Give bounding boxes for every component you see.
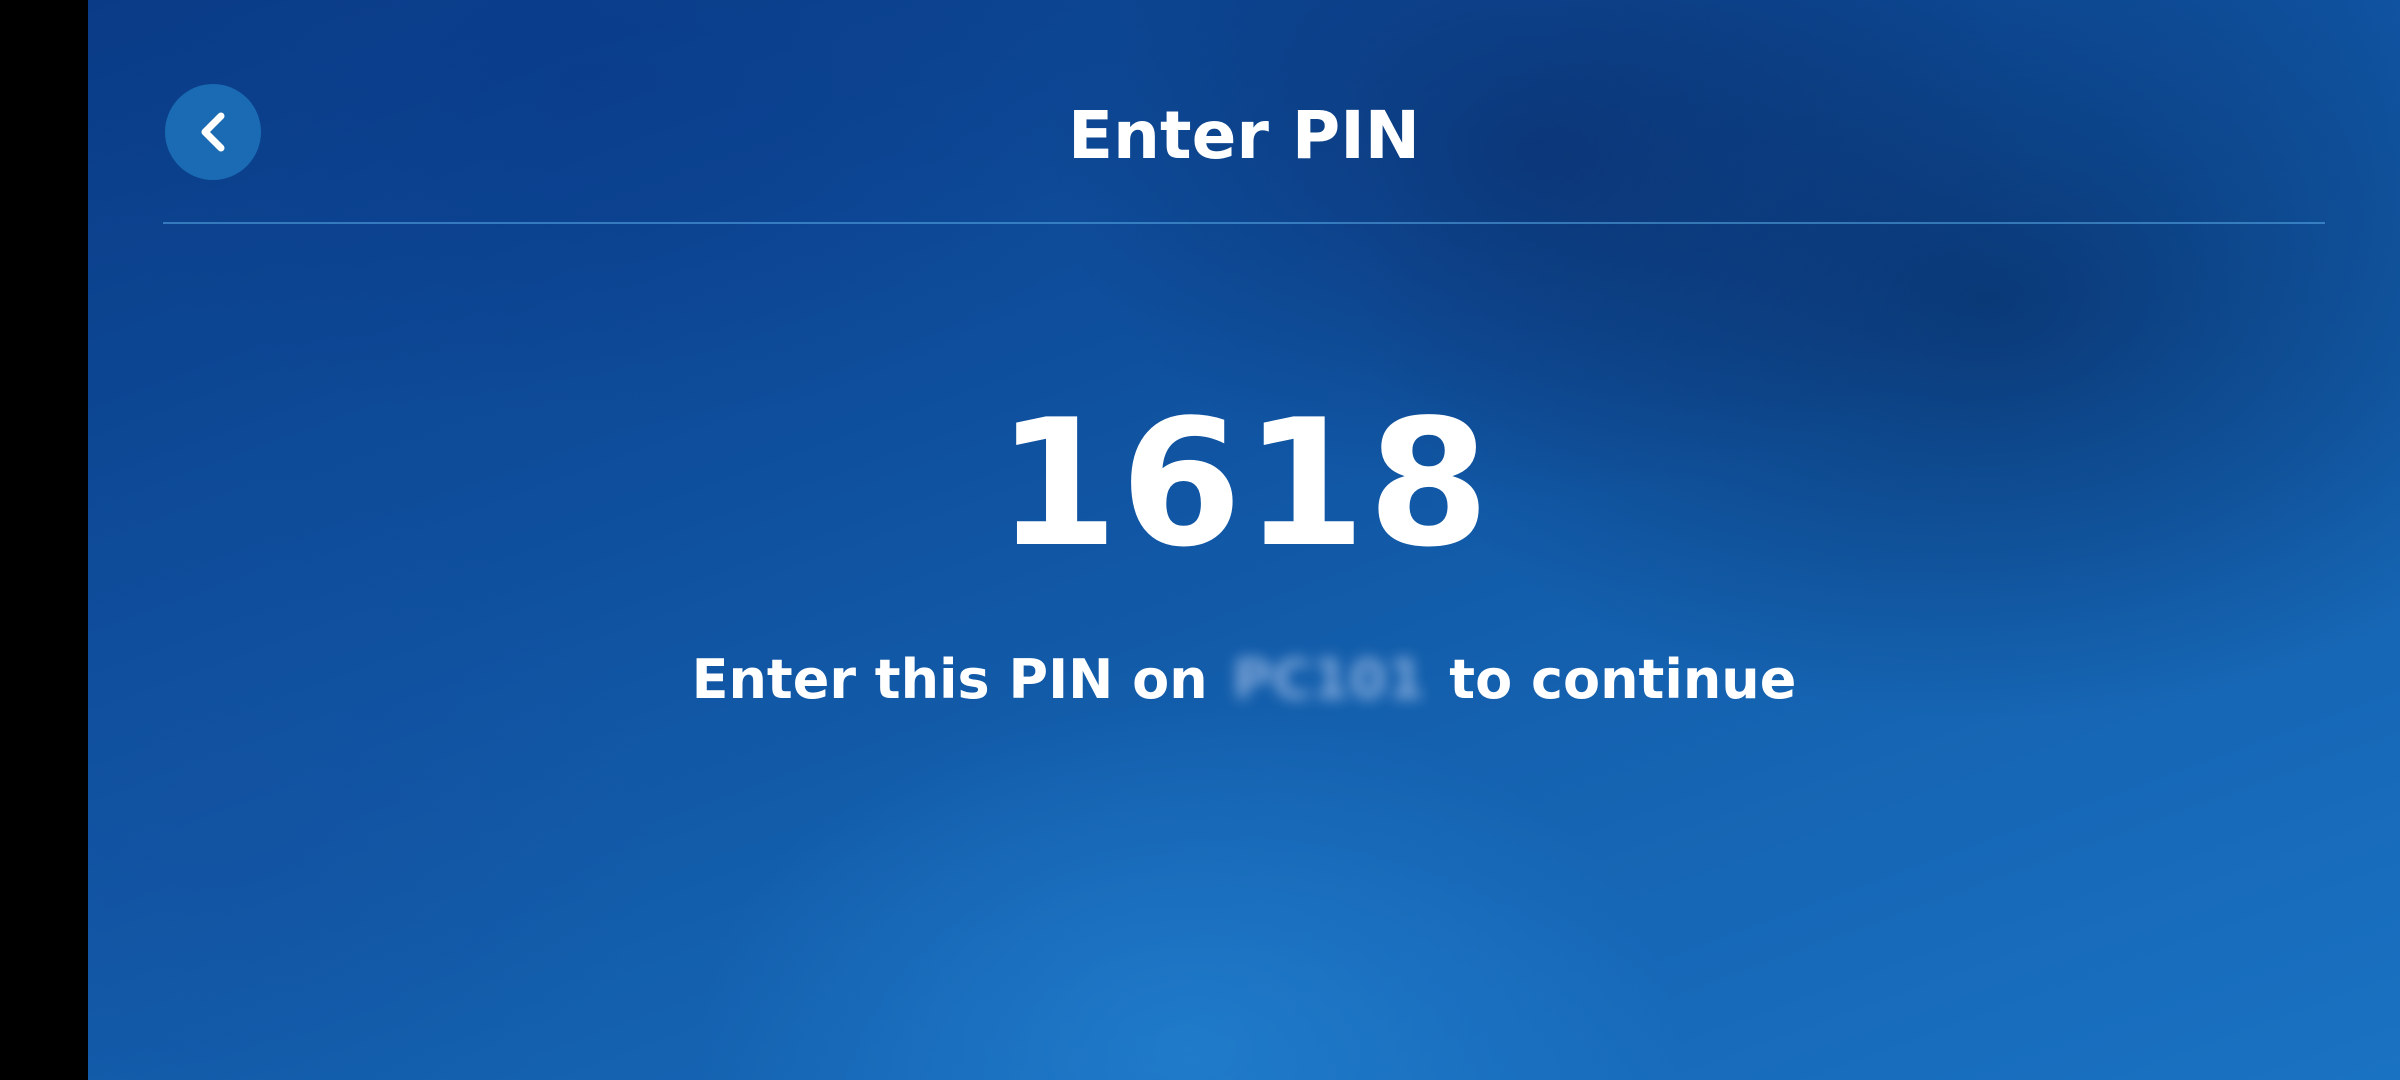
- instruction-suffix: to continue: [1449, 648, 1797, 711]
- pin-code: 1618: [996, 383, 1492, 586]
- screen-edge-bar: [0, 0, 88, 1080]
- header-divider: [163, 222, 2325, 224]
- pin-screen: Enter PIN 1618 Enter this PIN on PC101 t…: [88, 0, 2400, 1080]
- device-name: PC101: [1232, 648, 1425, 711]
- instruction-text: Enter this PIN on PC101 to continue: [88, 645, 2400, 715]
- page-title: Enter PIN: [1067, 97, 1421, 174]
- instruction-prefix: Enter this PIN on: [691, 648, 1208, 711]
